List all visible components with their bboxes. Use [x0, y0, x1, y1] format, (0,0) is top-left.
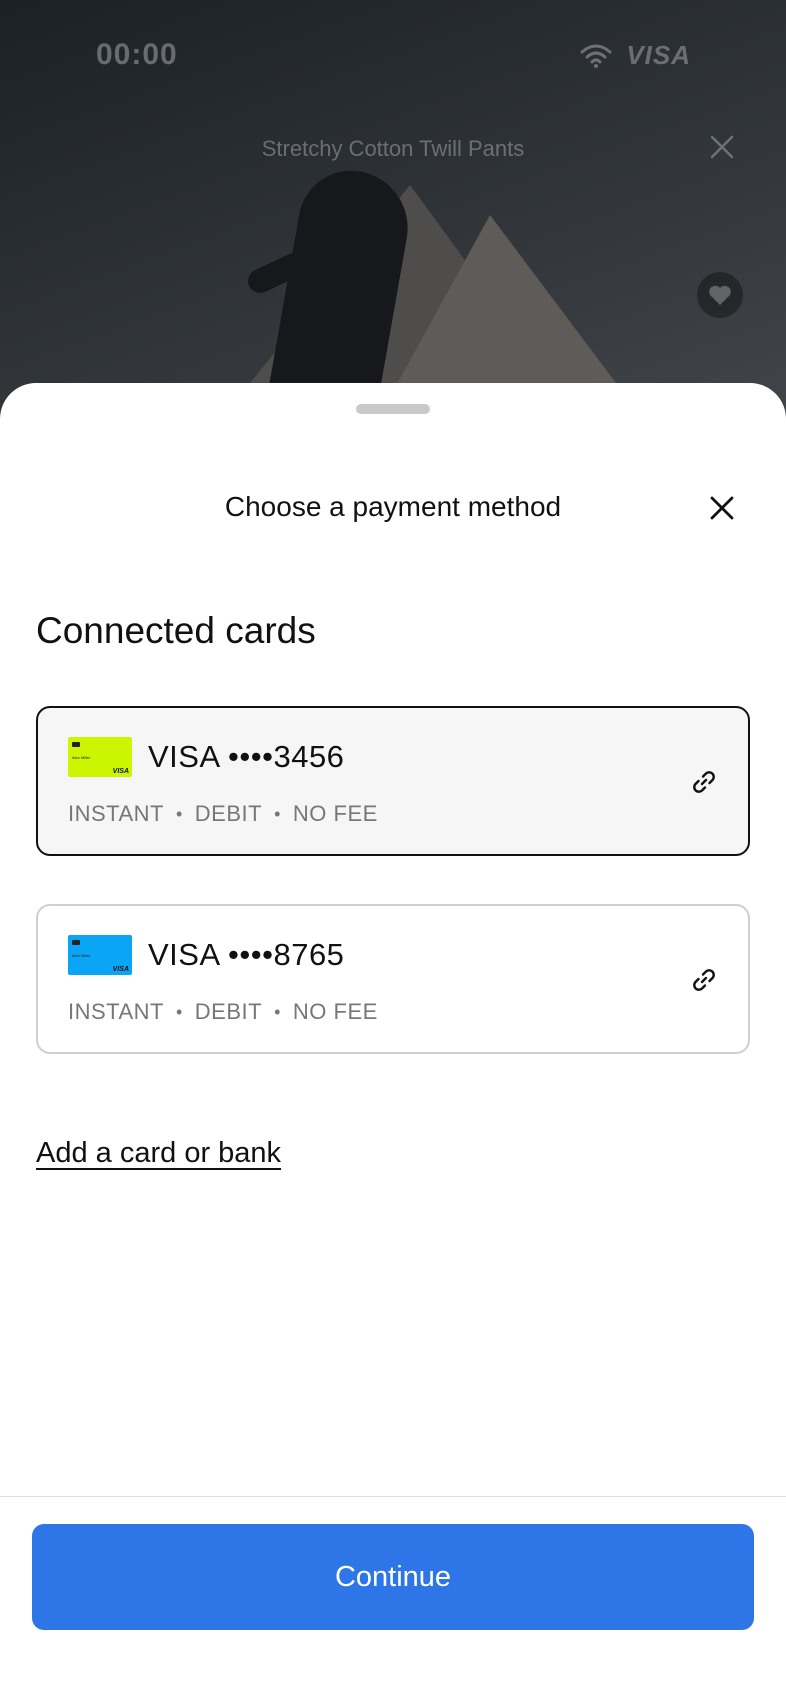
continue-button[interactable]: Continue: [32, 1524, 754, 1630]
close-icon[interactable]: [707, 493, 737, 523]
separator-dot: •: [274, 803, 281, 824]
card-name: VISA ••••3456: [148, 739, 345, 774]
footer-divider: [0, 1496, 786, 1497]
separator-dot: •: [175, 803, 183, 824]
link-icon: [690, 768, 718, 796]
card-holder-name: Alex Miller: [72, 755, 91, 760]
heart-icon: [709, 285, 731, 305]
payment-method-sheet: Choose a payment method Connected cards …: [0, 383, 786, 1704]
card-thumbnail: Alex Miller VISA: [68, 737, 132, 777]
sheet-grabber[interactable]: [356, 404, 430, 414]
wifi-icon: [580, 44, 612, 68]
card-meta-speed: INSTANT: [68, 999, 164, 1024]
link-icon: [690, 966, 718, 994]
bank-icon: [72, 940, 80, 945]
card-meta: INSTANT • DEBIT • NO FEE: [68, 801, 378, 827]
card-brand-mark: VISA: [112, 966, 129, 973]
section-heading-connected-cards: Connected cards: [36, 610, 316, 651]
status-bar-right: VISA: [580, 40, 691, 71]
card-meta-fee: NO FEE: [292, 999, 378, 1024]
separator-dot: •: [274, 1001, 281, 1022]
card-meta-speed: INSTANT: [68, 801, 164, 826]
card-meta-fee: NO FEE: [292, 801, 378, 826]
product-title: Stretchy Cotton Twill Pants: [261, 136, 525, 161]
card-name: VISA ••••8765: [148, 937, 345, 972]
card-option-8765[interactable]: Alex Miller VISA VISA ••••8765 INSTANT •…: [36, 904, 750, 1054]
card-thumbnail: Alex Miller VISA: [68, 935, 132, 975]
card-holder-name: Alex Miller: [72, 953, 91, 958]
card-meta: INSTANT • DEBIT • NO FEE: [68, 999, 378, 1025]
bank-icon: [72, 742, 80, 747]
card-meta-type: DEBIT: [194, 801, 263, 826]
sheet-title: Choose a payment method: [224, 491, 562, 522]
card-brand-mark: VISA: [112, 768, 129, 775]
status-brand: VISA: [626, 40, 691, 70]
favorite-button: [697, 272, 743, 318]
add-card-or-bank-link[interactable]: Add a card or bank: [36, 1137, 281, 1170]
close-icon: [708, 133, 736, 161]
card-meta-type: DEBIT: [194, 999, 263, 1024]
status-time: 00:00: [96, 38, 178, 71]
card-option-3456[interactable]: Alex Miller VISA VISA ••••3456 INSTANT •…: [36, 706, 750, 856]
background-screen: 00:00 VISA Stretchy Cotton Twill Pants: [0, 0, 786, 420]
separator-dot: •: [175, 1001, 183, 1022]
